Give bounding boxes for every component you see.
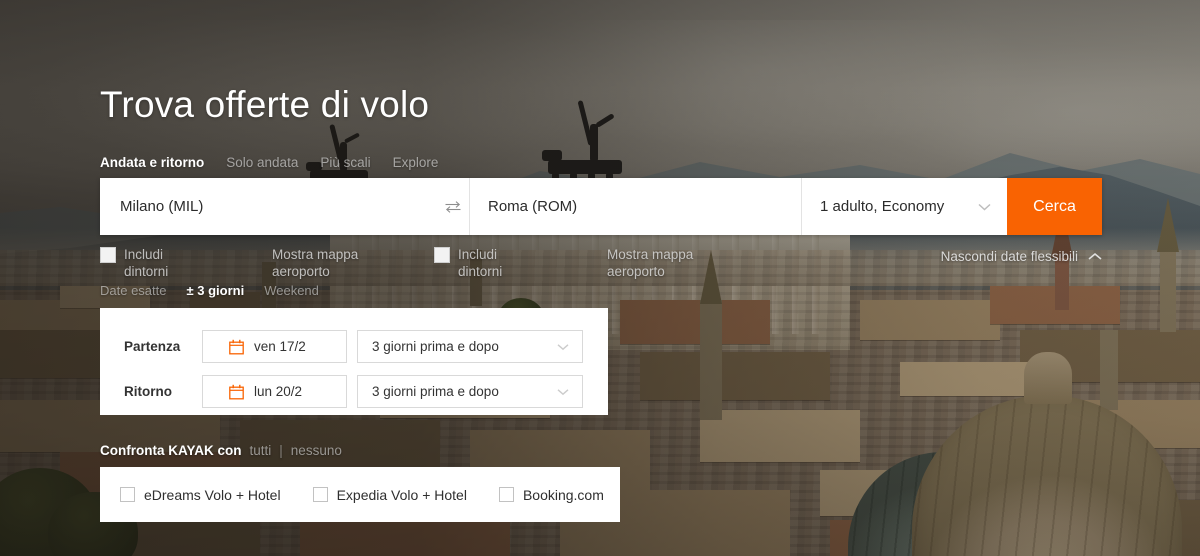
tab-explore[interactable]: Explore (393, 155, 439, 170)
return-date-value: lun 20/2 (254, 384, 303, 399)
compare-select-none-link[interactable]: nessuno (291, 443, 342, 458)
show-airport-map-destination-link[interactable]: Mostra mappa aeroporto (607, 246, 717, 280)
swap-airports-button[interactable] (437, 178, 469, 235)
return-flex-range-select[interactable]: 3 giorni prima e dopo (357, 375, 583, 408)
partner-checkbox-expedia[interactable] (312, 487, 328, 502)
partner-label-edreams: eDreams Volo + Hotel (144, 486, 281, 503)
departure-date-value: ven 17/2 (254, 339, 306, 354)
compare-separator: | (279, 443, 283, 458)
partner-label-booking: Booking.com (522, 486, 604, 503)
return-date-row: Ritorno lun 20/2 3 giorni prima e dopo (100, 369, 608, 414)
date-mode-plus-minus-3-days[interactable]: ± 3 giorni (187, 283, 245, 298)
page-title: Trova offerte di volo (100, 84, 430, 125)
flexible-dates-panel: Partenza ven 17/2 3 giorni prima e dopo (100, 308, 608, 415)
show-airport-map-origin-link[interactable]: Mostra mappa aeroporto (272, 246, 382, 280)
include-nearby-origin-checkbox[interactable] (100, 247, 116, 263)
include-nearby-origin-option[interactable]: Includi dintorni (100, 246, 210, 280)
flight-search-bar: Milano (MIL) Roma (ROM) 1 adulto, Econom… (100, 178, 1102, 235)
passengers-cabin-value: 1 adulto, Economy (820, 198, 945, 215)
show-airport-map-origin-label: Mostra mappa aeroporto (272, 247, 359, 279)
date-mode-exact[interactable]: Date esatte (100, 283, 167, 298)
chevron-down-icon (557, 343, 569, 351)
partner-label-expedia: Expedia Volo + Hotel (336, 486, 467, 503)
departure-label: Partenza (124, 339, 181, 354)
chevron-down-icon (557, 388, 569, 396)
partner-option-booking[interactable]: Booking.com (498, 486, 604, 503)
include-nearby-destination-label: Includi dintorni (458, 247, 503, 279)
compare-header: Confronta KAYAK con tutti | nessuno (100, 443, 342, 458)
partner-checkbox-edreams[interactable] (120, 487, 135, 502)
swap-horizontal-arrows-icon (444, 199, 462, 215)
destination-value: Roma (ROM) (488, 198, 578, 215)
trip-type-tabs: Andata e ritorno Solo andata Più scali E… (100, 155, 438, 170)
include-nearby-origin-label: Includi dintorni (124, 247, 169, 279)
origin-value: Milano (MIL) (120, 198, 204, 215)
destination-field[interactable]: Roma (ROM) (470, 178, 801, 235)
search-button[interactable]: Cerca (1007, 178, 1102, 235)
include-nearby-destination-checkbox[interactable] (434, 247, 450, 263)
departure-date-row: Partenza ven 17/2 3 giorni prima e dopo (100, 324, 608, 369)
return-flex-range-value: 3 giorni prima e dopo (372, 384, 499, 399)
toggle-flexible-dates-button[interactable]: Nascondi date flessibili (941, 249, 1102, 264)
partner-option-edreams[interactable]: eDreams Volo + Hotel (120, 487, 281, 503)
date-mode-weekend[interactable]: Weekend (264, 283, 319, 298)
calendar-icon (229, 339, 244, 355)
return-label: Ritorno (124, 384, 172, 399)
include-nearby-destination-option[interactable]: Includi dintorni (434, 246, 544, 280)
partner-checkbox-booking[interactable] (498, 487, 514, 502)
show-airport-map-destination-label: Mostra mappa aeroporto (607, 247, 694, 279)
search-options-row: Includi dintorni Mostra mappa aeroporto … (100, 246, 1102, 286)
departure-flex-range-select[interactable]: 3 giorni prima e dopo (357, 330, 583, 363)
date-mode-tabs: Date esatte ± 3 giorni Weekend (100, 283, 319, 298)
departure-flex-range-value: 3 giorni prima e dopo (372, 339, 499, 354)
return-date-input[interactable]: lun 20/2 (202, 375, 347, 408)
departure-date-input[interactable]: ven 17/2 (202, 330, 347, 363)
toggle-flexible-dates-label: Nascondi date flessibili (940, 249, 1078, 264)
partner-option-expedia[interactable]: Expedia Volo + Hotel (312, 486, 467, 503)
passengers-cabin-select[interactable]: 1 adulto, Economy (802, 178, 1007, 235)
origin-field[interactable]: Milano (MIL) (100, 178, 437, 235)
compare-partners-panel: eDreams Volo + Hotel Expedia Volo + Hote… (100, 467, 620, 522)
tab-one-way[interactable]: Solo andata (226, 155, 298, 170)
compare-title: Confronta KAYAK con (100, 443, 242, 458)
compare-select-all-link[interactable]: tutti (250, 443, 272, 458)
chevron-up-icon (1088, 252, 1102, 261)
tab-round-trip[interactable]: Andata e ritorno (100, 155, 204, 170)
calendar-icon (229, 384, 244, 400)
chevron-down-icon (978, 202, 991, 211)
kayak-flight-search-page: Trova offerte di volo Andata e ritorno S… (0, 0, 1200, 556)
tab-multi-city[interactable]: Più scali (320, 155, 370, 170)
